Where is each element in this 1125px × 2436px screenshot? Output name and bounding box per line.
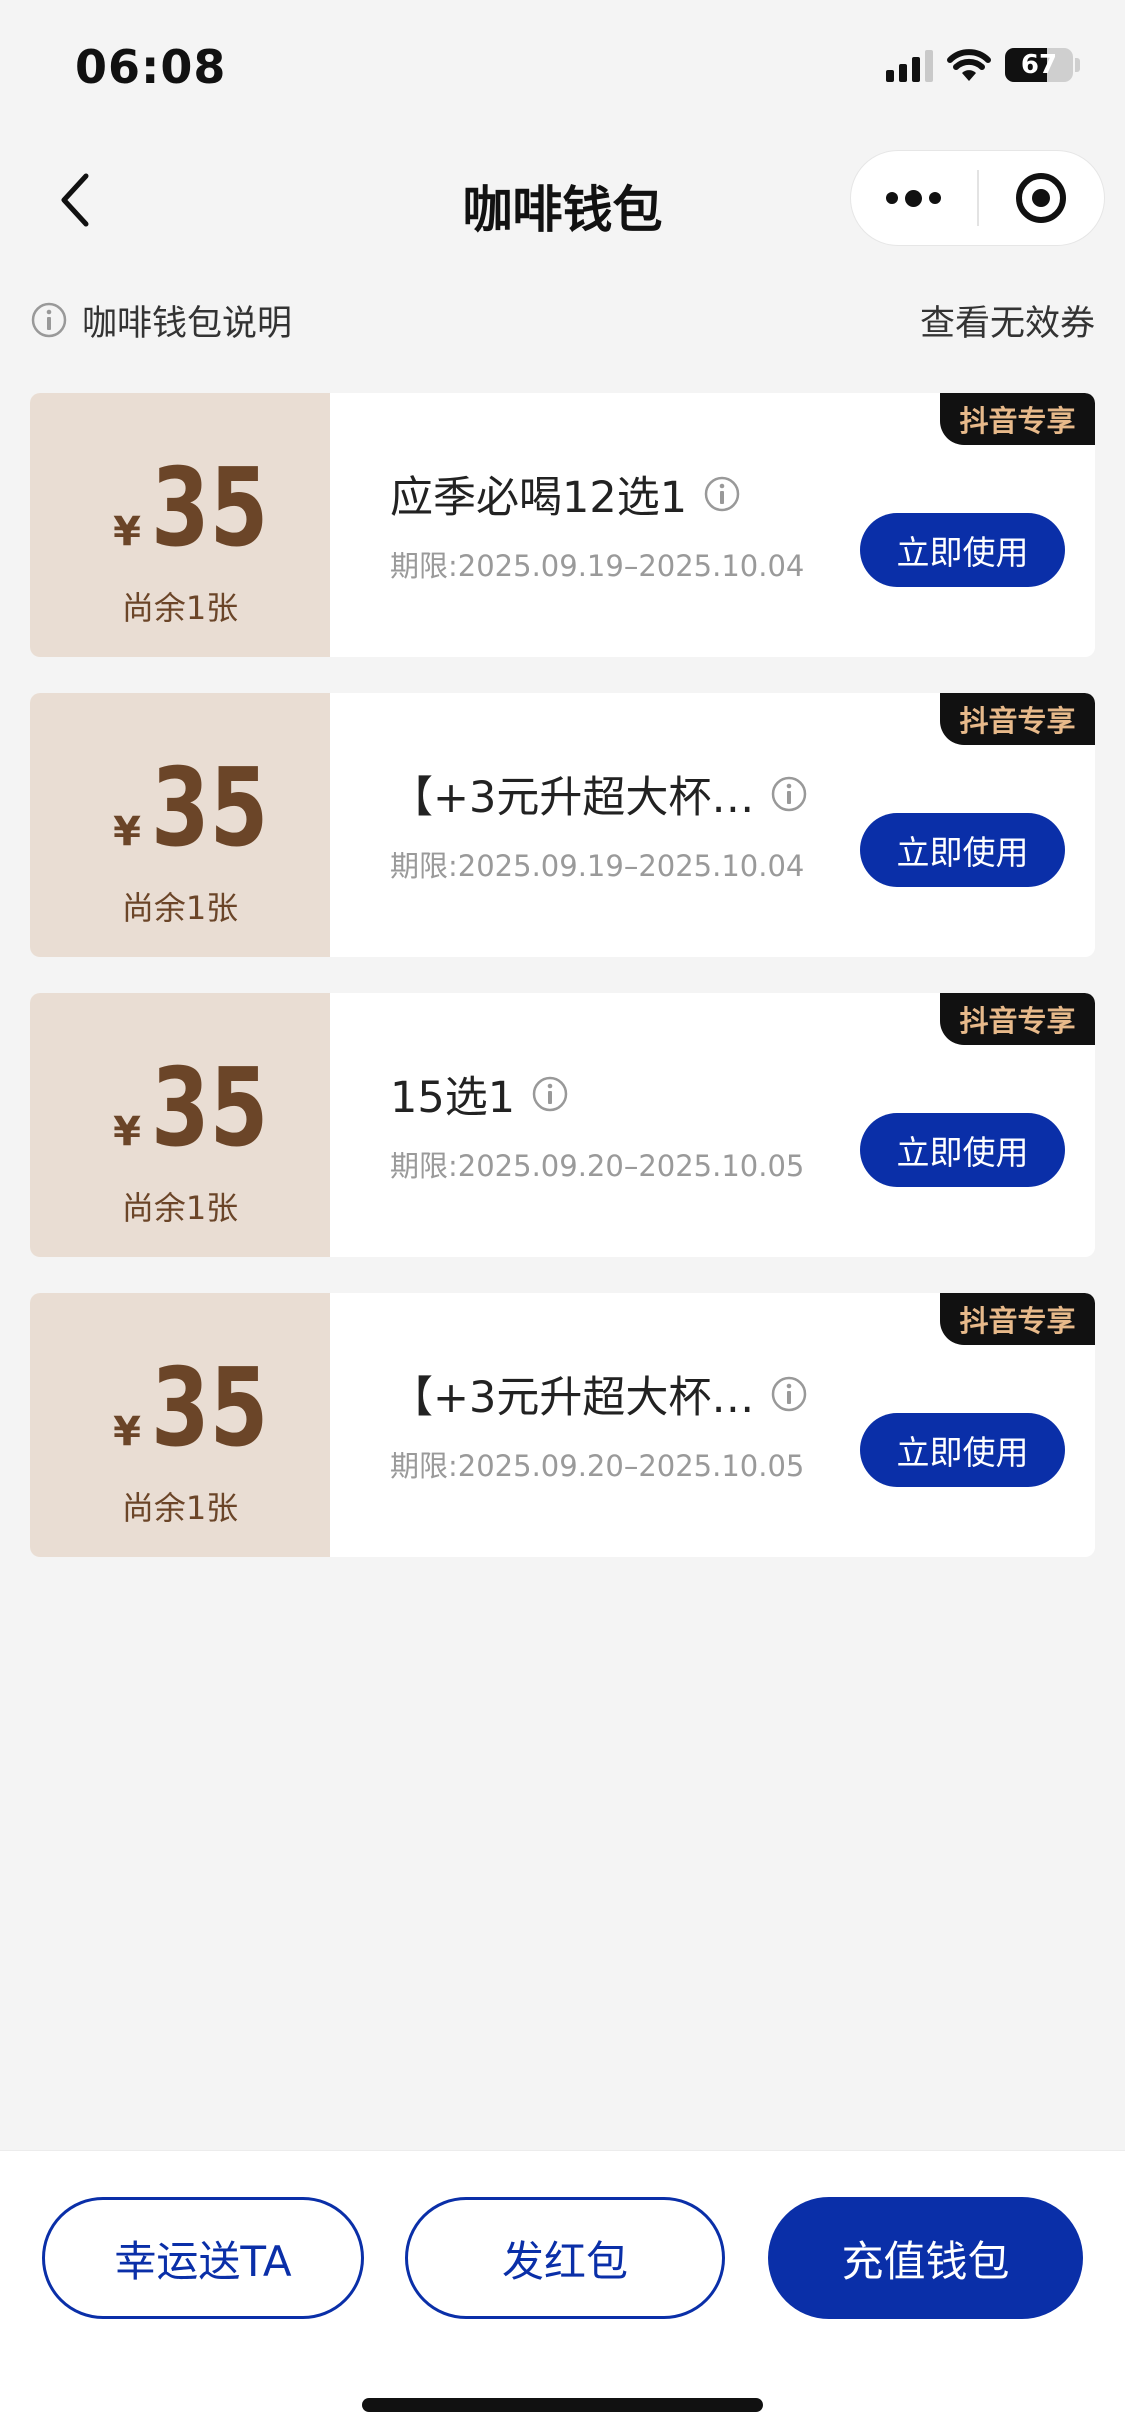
- nav-bar: 咖啡钱包: [0, 140, 1125, 260]
- coupon-name: 【+3元升超大杯…: [390, 773, 755, 823]
- coupon-remaining: 尚余1张: [121, 1189, 239, 1227]
- coupon-price: ¥ 35: [30, 1055, 330, 1163]
- recharge-wallet-button[interactable]: 充值钱包: [768, 2197, 1083, 2319]
- currency-symbol: ¥: [113, 509, 141, 555]
- view-invalid-coupons-link[interactable]: 查看无效券: [920, 290, 1095, 350]
- lucky-gift-button[interactable]: 幸运送TA: [42, 2197, 364, 2319]
- coupon-name: 【+3元升超大杯…: [390, 1373, 755, 1423]
- info-icon[interactable]: [703, 475, 741, 513]
- more-button[interactable]: [851, 151, 977, 245]
- coupon-validity: 期限:2025.09.20–2025.10.05: [390, 1149, 805, 1183]
- coupon-validity: 期限:2025.09.19–2025.10.04: [390, 549, 805, 583]
- battery-level: 67: [1020, 50, 1058, 80]
- coupon-validity: 期限:2025.09.19–2025.10.04: [390, 849, 805, 883]
- bottom-action-bar: 幸运送TA 发红包 充值钱包: [0, 2150, 1125, 2436]
- close-button[interactable]: [979, 151, 1105, 245]
- red-packet-button[interactable]: 发红包: [405, 2197, 725, 2319]
- coupon-amount: 35: [150, 446, 269, 571]
- coupon-remaining: 尚余1张: [121, 889, 239, 927]
- use-now-button[interactable]: 立即使用: [860, 1413, 1065, 1487]
- use-now-button[interactable]: 立即使用: [860, 1113, 1065, 1187]
- wifi-icon: [947, 49, 991, 81]
- info-icon[interactable]: [531, 1075, 569, 1113]
- wallet-help-link[interactable]: 咖啡钱包说明: [30, 290, 292, 350]
- use-now-button[interactable]: 立即使用: [860, 513, 1065, 587]
- douyin-exclusive-tag: 抖音专享: [940, 393, 1095, 445]
- coupon-price: ¥ 35: [30, 1355, 330, 1463]
- coupon-validity: 期限:2025.09.20–2025.10.05: [390, 1449, 805, 1483]
- info-icon: [31, 302, 67, 338]
- coupon-title: 【+3元升超大杯…: [390, 763, 808, 825]
- coupon-price: ¥ 35: [30, 455, 330, 563]
- use-now-button[interactable]: 立即使用: [860, 813, 1065, 887]
- info-icon[interactable]: [770, 775, 808, 813]
- coupon-title: 【+3元升超大杯…: [390, 1363, 808, 1425]
- currency-symbol: ¥: [113, 1409, 141, 1455]
- douyin-exclusive-tag: 抖音专享: [940, 1293, 1095, 1345]
- douyin-exclusive-tag: 抖音专享: [940, 993, 1095, 1045]
- info-icon[interactable]: [770, 1375, 808, 1413]
- coupon-name: 15选1: [390, 1073, 516, 1123]
- coupon-amount: 35: [150, 746, 269, 871]
- status-bar: 06:08 67: [0, 0, 1125, 140]
- home-indicator: [362, 2398, 763, 2412]
- coupon-price: ¥ 35: [30, 755, 330, 863]
- cellular-signal-icon: [886, 48, 933, 82]
- coupon-amount: 35: [150, 1046, 269, 1171]
- status-time: 06:08: [75, 40, 227, 94]
- more-dots-icon: [886, 189, 942, 207]
- currency-symbol: ¥: [113, 809, 141, 855]
- coupon-card: ¥ 35 尚余1张 应季必喝12选1 期限:2025.09.19–2025.10…: [30, 393, 1095, 657]
- currency-symbol: ¥: [113, 1109, 141, 1155]
- wallet-help-label: 咖啡钱包说明: [82, 303, 293, 344]
- target-circle-icon: [1016, 173, 1067, 223]
- help-row: 咖啡钱包说明 查看无效券: [0, 290, 1125, 350]
- douyin-exclusive-tag: 抖音专享: [940, 693, 1095, 745]
- coupon-title: 15选1: [390, 1063, 569, 1125]
- mini-program-capsule: [850, 150, 1105, 246]
- status-icons: 67: [886, 48, 1080, 82]
- coupon-amount: 35: [150, 1346, 269, 1471]
- coupon-title: 应季必喝12选1: [390, 463, 741, 525]
- coupon-name: 应季必喝12选1: [390, 473, 688, 523]
- battery-tip: [1075, 58, 1080, 72]
- battery-icon: 67: [1005, 48, 1073, 82]
- coupon-remaining: 尚余1张: [121, 589, 239, 627]
- coupon-card: ¥ 35 尚余1张 【+3元升超大杯… 期限:2025.09.19–2025.1…: [30, 693, 1095, 957]
- coupon-card: ¥ 35 尚余1张 15选1 期限:2025.09.20–2025.10.05 …: [30, 993, 1095, 1257]
- coupon-remaining: 尚余1张: [121, 1489, 239, 1527]
- coupon-card: ¥ 35 尚余1张 【+3元升超大杯… 期限:2025.09.20–2025.1…: [30, 1293, 1095, 1557]
